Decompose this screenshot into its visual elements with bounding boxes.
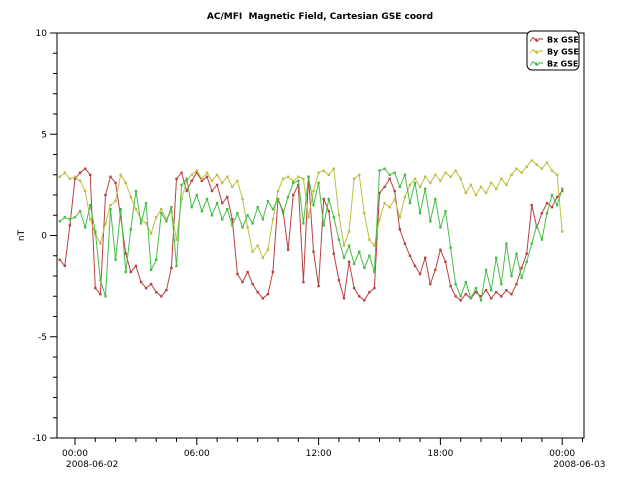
x-tick-label: 00:00 [62,449,88,459]
x-tick-label: 06:00 [184,449,210,459]
y-tick-label: 5 [41,130,47,140]
plot-frame [57,33,584,438]
x-tick-label: 18:00 [427,449,453,459]
end-date-label: 2008-06-03 [553,460,605,470]
y-tick-label: 10 [36,29,48,39]
bz-series-trace [59,168,564,302]
x-tick-label: 12:00 [306,449,332,459]
x-axis: 00:0006:0012:0018:0000:002008-06-022008-… [62,438,605,470]
y-tick-label: -5 [38,333,47,343]
legend-marker-sample [535,39,537,41]
legend-box: Bx GSE By GSE Bz GSE [527,31,579,70]
cdaweb-plot-window: AC/MFI Magnetic Field, Cartesian GSE coo… [0,0,640,480]
magnetic-field-chart: 1050-5-10nT00:0006:0012:0018:0000:002008… [0,0,640,480]
bx-series-trace [59,168,564,302]
y-tick-label: 0 [41,232,47,242]
y-tick-label: -10 [32,434,47,444]
legend-label: By GSE [547,48,579,57]
legend-marker-sample [535,51,537,53]
x-tick-label: 00:00 [549,449,575,459]
start-date-label: 2008-06-02 [66,460,118,470]
y-axis: 10 5 0 -5 -10 nT [17,29,57,444]
legend-label: Bz GSE [547,60,578,69]
y-axis-title: nT [17,229,27,241]
legend-label: Bx GSE [547,36,579,45]
legend-marker-sample [535,63,537,65]
